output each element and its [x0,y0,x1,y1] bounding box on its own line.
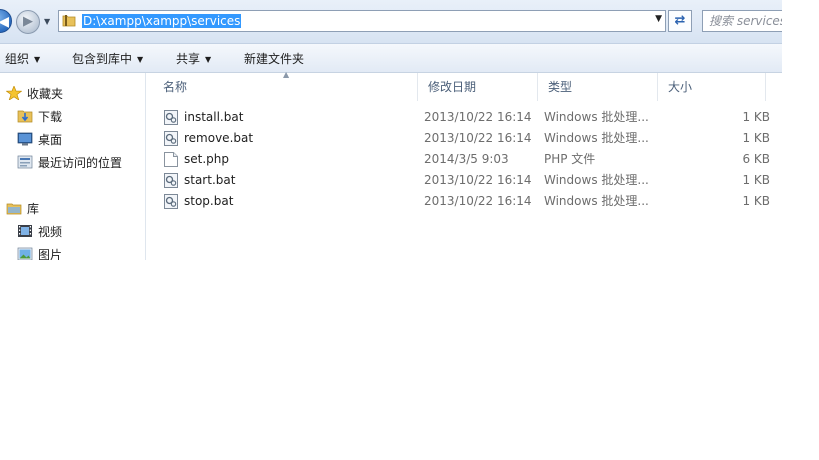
address-dropdown-icon[interactable]: ▼ [655,14,662,24]
nav-libraries-label: 库 [27,202,40,216]
chevron-down-icon: ▼ [137,55,144,64]
nav-item-label: 图片 [38,248,63,260]
php-file-icon [164,152,178,167]
share-label: 共享 [176,52,201,66]
file-name: set.php [184,152,229,166]
nav-item-label: 下载 [38,110,63,124]
explorer-window: ◀ ▶ ▼ D:\xampp\xampp\services ▼ ⇄ 搜索 ser… [0,0,782,260]
file-type: Windows 批处理... [544,131,649,145]
forward-button[interactable]: ▶ [16,10,40,34]
file-size: 1 KB [742,110,770,124]
file-type: PHP 文件 [544,152,596,166]
file-row[interactable]: install.bat 2013/10/22 16:14 Windows 批处理… [156,107,770,128]
organize-label: 组织 [5,52,30,66]
new-folder-button[interactable]: 新建文件夹 [244,50,304,67]
desktop-icon [17,132,33,146]
file-name: remove.bat [184,131,254,145]
nav-item-label: 最近访问的位置 [38,156,123,170]
nav-favorites[interactable]: 收藏夹 [6,85,63,103]
file-row[interactable]: start.bat 2013/10/22 16:14 Windows 批处理..… [156,170,770,191]
downloads-folder-icon [17,110,33,123]
nav-item-videos[interactable]: 视频 [17,223,62,241]
file-size: 1 KB [742,131,770,145]
batch-file-icon [164,194,178,209]
refresh-button[interactable]: ⇄ [668,10,692,32]
file-row[interactable]: set.php 2014/3/5 9:03 PHP 文件 6 KB [156,149,770,170]
file-date: 2014/3/5 9:03 [424,152,509,166]
organize-button[interactable]: 组织 ▼ [5,50,40,67]
column-header-type[interactable]: 类型 [538,73,658,101]
file-date: 2013/10/22 16:14 [424,110,532,124]
folder-icon [62,15,76,27]
file-date: 2013/10/22 16:14 [424,194,532,208]
file-size: 1 KB [742,173,770,187]
file-type: Windows 批处理... [544,173,649,187]
file-size: 6 KB [742,152,770,166]
address-bar-area: ◀ ▶ ▼ D:\xampp\xampp\services ▼ ⇄ 搜索 ser… [0,0,782,44]
pictures-library-icon [17,247,33,260]
file-list: ▲ 名称 修改日期 类型 大小 install.bat 2013/10/22 1… [146,70,782,260]
recent-pages-dropdown-icon[interactable]: ▼ [44,17,50,26]
nav-item-pictures[interactable]: 图片 [17,246,62,260]
nav-item-downloads[interactable]: 下载 [17,108,62,126]
address-field[interactable]: D:\xampp\xampp\services ▼ [58,10,666,32]
nav-item-label: 视频 [38,225,63,239]
video-library-icon [18,225,32,237]
file-row[interactable]: stop.bat 2013/10/22 16:14 Windows 批处理...… [156,191,770,212]
star-icon [6,86,22,100]
library-icon [6,203,22,215]
column-header-size[interactable]: 大小 [658,73,766,101]
batch-file-icon [164,110,178,125]
navigation-pane: 收藏夹 下载 桌面 最近访问的位置 库 视频 图片 [0,73,146,260]
file-date: 2013/10/22 16:14 [424,131,532,145]
file-name: stop.bat [184,194,234,208]
file-date: 2013/10/22 16:14 [424,173,532,187]
file-name: start.bat [184,173,236,187]
share-button[interactable]: 共享 ▼ [176,50,211,67]
address-path[interactable]: D:\xampp\xampp\services [82,14,242,28]
nav-item-label: 桌面 [38,133,63,147]
batch-file-icon [164,131,178,146]
nav-item-recent-places[interactable]: 最近访问的位置 [17,154,122,172]
include-in-library-button[interactable]: 包含到库中 ▼ [72,50,143,67]
file-size: 1 KB [742,194,770,208]
file-type: Windows 批处理... [544,110,649,124]
nav-item-desktop[interactable]: 桌面 [17,131,62,149]
column-header-date-modified[interactable]: 修改日期 [418,73,538,101]
column-header-name[interactable]: 名称 [153,73,418,101]
search-input[interactable]: 搜索 services [702,10,782,32]
back-button[interactable]: ◀ [0,9,12,33]
include-in-library-label: 包含到库中 [72,52,133,66]
recent-places-icon [17,155,33,169]
nav-libraries[interactable]: 库 [6,200,39,218]
command-bar: 组织 ▼ 包含到库中 ▼ 共享 ▼ 新建文件夹 [0,44,782,73]
batch-file-icon [164,173,178,188]
file-row[interactable]: remove.bat 2013/10/22 16:14 Windows 批处理.… [156,128,770,149]
file-type: Windows 批处理... [544,194,649,208]
chevron-down-icon: ▼ [34,55,41,64]
file-name: install.bat [184,110,244,124]
chevron-down-icon: ▼ [205,55,212,64]
nav-favorites-label: 收藏夹 [27,87,64,101]
